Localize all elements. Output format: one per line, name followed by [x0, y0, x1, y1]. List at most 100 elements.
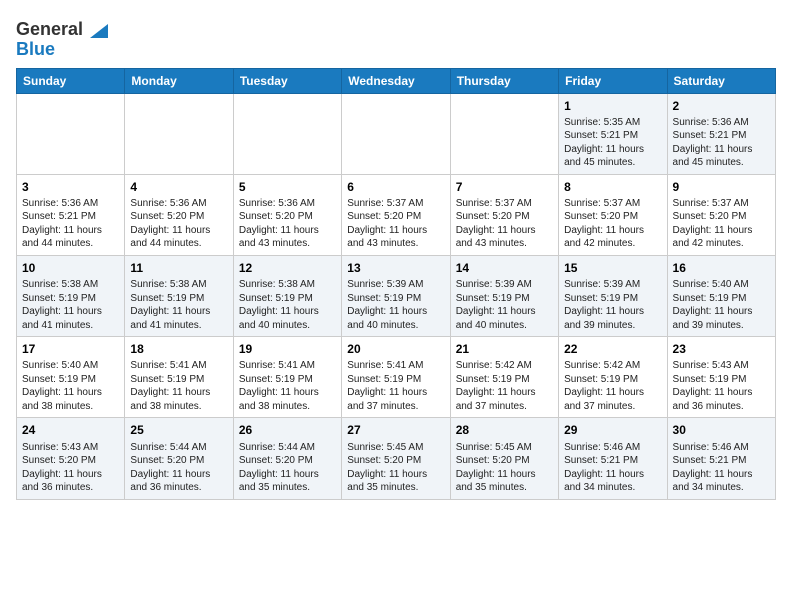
day-number: 20 [347, 341, 444, 357]
calendar-cell: 19 Sunrise: 5:41 AMSunset: 5:19 PMDayligh… [233, 337, 341, 418]
col-header-wednesday: Wednesday [342, 68, 450, 93]
day-info: Sunrise: 5:38 AMSunset: 5:19 PMDaylight:… [239, 278, 336, 332]
calendar-cell: 3Sunrise: 5:36 AMSunset: 5:21 PMDaylight… [17, 174, 125, 255]
calendar-cell: 13 Sunrise: 5:39 AMSunset: 5:19 PMDayligh… [342, 255, 450, 336]
day-info: Sunrise: 5:37 AMSunset: 5:20 PMDaylight:… [347, 197, 444, 251]
day-number: 29 [564, 422, 661, 438]
day-info: Sunrise: 5:42 AMSunset: 5:19 PMDaylight:… [456, 359, 553, 413]
day-number: 6 [347, 179, 444, 195]
calendar-table: SundayMondayTuesdayWednesdayThursdayFrid… [16, 68, 776, 500]
day-info: Sunrise: 5:37 AMSunset: 5:20 PMDaylight:… [564, 197, 661, 251]
day-info: Sunrise: 5:44 AMSunset: 5:20 PMDaylight:… [130, 441, 227, 495]
day-info: Sunrise: 5:41 AMSunset: 5:19 PMDaylight:… [239, 359, 336, 413]
day-number: 17 [22, 341, 119, 357]
calendar-week-3: 10 Sunrise: 5:38 AMSunset: 5:19 PMDayligh… [17, 255, 776, 336]
day-number: 15 [564, 260, 661, 276]
day-number: 23 [673, 341, 770, 357]
day-number: 13 [347, 260, 444, 276]
day-number: 26 [239, 422, 336, 438]
calendar-cell: 27Sunrise: 5:45 AMSunset: 5:20 PMDayligh… [342, 418, 450, 499]
calendar-cell: 26Sunrise: 5:44 AMSunset: 5:20 PMDayligh… [233, 418, 341, 499]
day-info: Sunrise: 5:39 AMSunset: 5:19 PMDaylight:… [347, 278, 444, 332]
day-number: 5 [239, 179, 336, 195]
day-info: Sunrise: 5:36 AMSunset: 5:21 PMDaylight:… [673, 116, 770, 170]
calendar-cell: 8 Sunrise: 5:37 AMSunset: 5:20 PMDaylight… [559, 174, 667, 255]
day-number: 30 [673, 422, 770, 438]
logo: General Blue [16, 20, 108, 60]
logo-blue: Blue [16, 39, 55, 59]
day-number: 28 [456, 422, 553, 438]
calendar-cell: 24 Sunrise: 5:43 AMSunset: 5:20 PMDayligh… [17, 418, 125, 499]
day-info: Sunrise: 5:37 AMSunset: 5:20 PMDaylight:… [673, 197, 770, 251]
calendar-cell [233, 93, 341, 174]
day-info: Sunrise: 5:43 AMSunset: 5:19 PMDaylight:… [673, 359, 770, 413]
calendar-cell: 7 Sunrise: 5:37 AMSunset: 5:20 PMDaylight… [450, 174, 558, 255]
col-header-friday: Friday [559, 68, 667, 93]
day-number: 10 [22, 260, 119, 276]
day-info: Sunrise: 5:35 AMSunset: 5:21 PMDaylight:… [564, 116, 661, 170]
calendar-cell: 12Sunrise: 5:38 AMSunset: 5:19 PMDayligh… [233, 255, 341, 336]
day-number: 19 [239, 341, 336, 357]
calendar-cell: 15 Sunrise: 5:39 AMSunset: 5:19 PMDayligh… [559, 255, 667, 336]
calendar-cell [17, 93, 125, 174]
col-header-sunday: Sunday [17, 68, 125, 93]
calendar-cell: 17 Sunrise: 5:40 AMSunset: 5:19 PMDayligh… [17, 337, 125, 418]
day-number: 1 [564, 98, 661, 114]
calendar-header-row: SundayMondayTuesdayWednesdayThursdayFrid… [17, 68, 776, 93]
col-header-thursday: Thursday [450, 68, 558, 93]
calendar-cell: 18 Sunrise: 5:41 AMSunset: 5:19 PMDayligh… [125, 337, 233, 418]
day-info: Sunrise: 5:37 AMSunset: 5:20 PMDaylight:… [456, 197, 553, 251]
day-number: 18 [130, 341, 227, 357]
day-info: Sunrise: 5:42 AMSunset: 5:19 PMDaylight:… [564, 359, 661, 413]
calendar-cell: 11Sunrise: 5:38 AMSunset: 5:19 PMDayligh… [125, 255, 233, 336]
calendar-week-4: 17 Sunrise: 5:40 AMSunset: 5:19 PMDayligh… [17, 337, 776, 418]
day-number: 4 [130, 179, 227, 195]
calendar-cell: 23 Sunrise: 5:43 AMSunset: 5:19 PMDayligh… [667, 337, 775, 418]
calendar-week-5: 24 Sunrise: 5:43 AMSunset: 5:20 PMDayligh… [17, 418, 776, 499]
day-info: Sunrise: 5:36 AMSunset: 5:20 PMDaylight:… [130, 197, 227, 251]
calendar-cell: 29 Sunrise: 5:46 AMSunset: 5:21 PMDayligh… [559, 418, 667, 499]
calendar-cell [125, 93, 233, 174]
day-number: 7 [456, 179, 553, 195]
day-number: 14 [456, 260, 553, 276]
day-info: Sunrise: 5:39 AMSunset: 5:19 PMDaylight:… [564, 278, 661, 332]
logo-general: General [16, 19, 83, 39]
calendar-cell: 16Sunrise: 5:40 AMSunset: 5:19 PMDayligh… [667, 255, 775, 336]
calendar-cell: 20 Sunrise: 5:41 AMSunset: 5:19 PMDayligh… [342, 337, 450, 418]
calendar-cell: 2 Sunrise: 5:36 AMSunset: 5:21 PMDaylight… [667, 93, 775, 174]
day-info: Sunrise: 5:43 AMSunset: 5:20 PMDaylight:… [22, 441, 119, 495]
calendar-cell: 10 Sunrise: 5:38 AMSunset: 5:19 PMDayligh… [17, 255, 125, 336]
day-number: 8 [564, 179, 661, 195]
day-info: Sunrise: 5:36 AMSunset: 5:20 PMDaylight:… [239, 197, 336, 251]
calendar-cell: 21Sunrise: 5:42 AMSunset: 5:19 PMDayligh… [450, 337, 558, 418]
calendar-cell [342, 93, 450, 174]
day-info: Sunrise: 5:46 AMSunset: 5:21 PMDaylight:… [673, 441, 770, 495]
day-info: Sunrise: 5:41 AMSunset: 5:19 PMDaylight:… [347, 359, 444, 413]
calendar-week-2: 3Sunrise: 5:36 AMSunset: 5:21 PMDaylight… [17, 174, 776, 255]
day-number: 16 [673, 260, 770, 276]
calendar-cell [450, 93, 558, 174]
calendar-cell: 14 Sunrise: 5:39 AMSunset: 5:19 PMDayligh… [450, 255, 558, 336]
day-number: 24 [22, 422, 119, 438]
day-number: 25 [130, 422, 227, 438]
day-info: Sunrise: 5:40 AMSunset: 5:19 PMDaylight:… [22, 359, 119, 413]
day-info: Sunrise: 5:38 AMSunset: 5:19 PMDaylight:… [22, 278, 119, 332]
day-number: 27 [347, 422, 444, 438]
day-info: Sunrise: 5:41 AMSunset: 5:19 PMDaylight:… [130, 359, 227, 413]
calendar-cell: 1 Sunrise: 5:35 AMSunset: 5:21 PMDaylight… [559, 93, 667, 174]
col-header-monday: Monday [125, 68, 233, 93]
day-number: 2 [673, 98, 770, 114]
col-header-tuesday: Tuesday [233, 68, 341, 93]
col-header-saturday: Saturday [667, 68, 775, 93]
calendar-cell: 5 Sunrise: 5:36 AMSunset: 5:20 PMDaylight… [233, 174, 341, 255]
day-info: Sunrise: 5:39 AMSunset: 5:19 PMDaylight:… [456, 278, 553, 332]
calendar-cell: 22Sunrise: 5:42 AMSunset: 5:19 PMDayligh… [559, 337, 667, 418]
day-number: 11 [130, 260, 227, 276]
calendar-cell: 25 Sunrise: 5:44 AMSunset: 5:20 PMDayligh… [125, 418, 233, 499]
day-info: Sunrise: 5:46 AMSunset: 5:21 PMDaylight:… [564, 441, 661, 495]
logo-text: General Blue [16, 20, 108, 60]
day-number: 3 [22, 179, 119, 195]
calendar-cell: 4 Sunrise: 5:36 AMSunset: 5:20 PMDaylight… [125, 174, 233, 255]
page-header: General Blue [16, 16, 776, 60]
calendar-week-1: 1 Sunrise: 5:35 AMSunset: 5:21 PMDaylight… [17, 93, 776, 174]
